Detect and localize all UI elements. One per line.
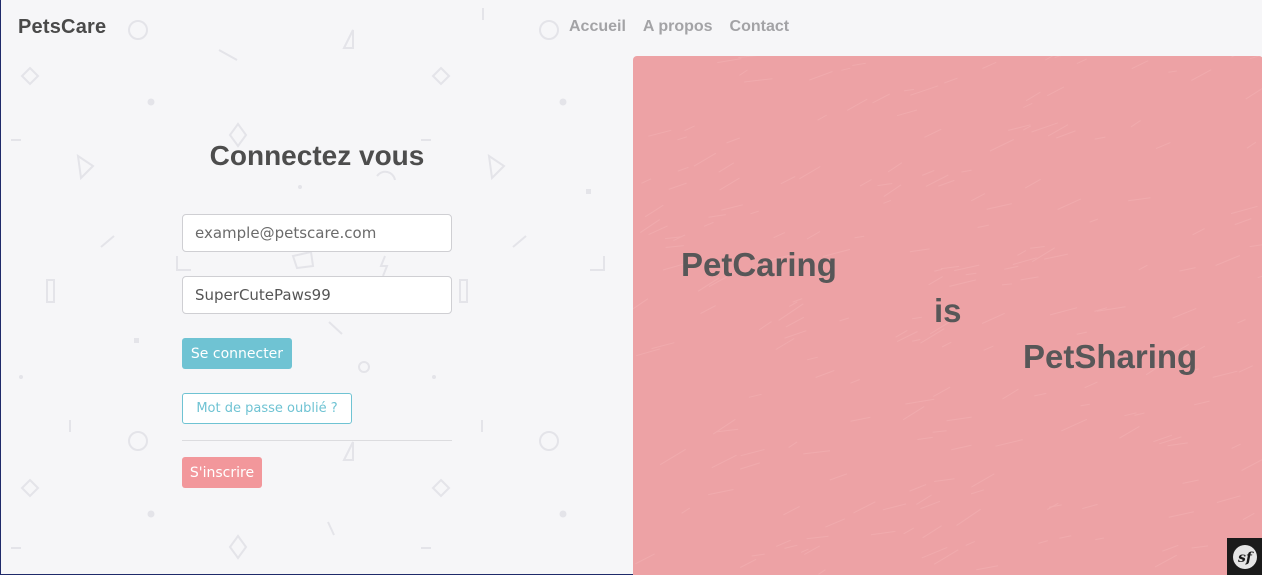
email-field[interactable] <box>182 214 452 252</box>
symfony-toolbar-badge[interactable]: sf <box>1227 538 1262 575</box>
symfony-logo-icon: sf <box>1233 544 1257 569</box>
main-nav: Accueil A propos Contact <box>569 18 789 36</box>
brand-logo[interactable]: PetsCare <box>18 16 106 39</box>
hero-word-is: is <box>934 292 962 329</box>
nav-link-contact[interactable]: Contact <box>730 18 790 36</box>
password-field[interactable] <box>182 276 452 314</box>
login-title: Connectez vous <box>209 140 425 171</box>
hero-panel: PetCaring is PetSharing <box>633 56 1262 575</box>
hero-word-petsharing: PetSharing <box>1023 338 1198 375</box>
form-divider <box>182 440 452 441</box>
nav-link-accueil[interactable]: Accueil <box>569 18 626 36</box>
nav-link-a-propos[interactable]: A propos <box>643 18 713 36</box>
login-button[interactable]: Se connecter <box>182 338 292 369</box>
forgot-password-button[interactable]: Mot de passe oublié ? <box>182 393 352 424</box>
hero-word-petcaring: PetCaring <box>681 246 837 283</box>
register-button[interactable]: S'inscrire <box>182 457 262 488</box>
